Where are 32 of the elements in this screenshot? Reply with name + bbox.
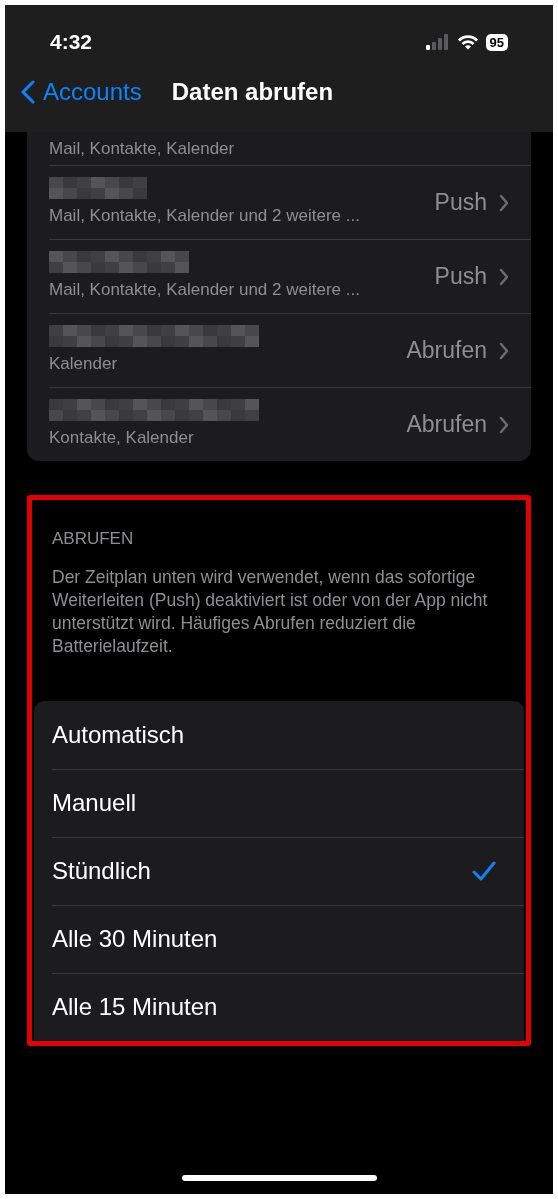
fetch-option[interactable]: Alle 30 Minuten — [52, 904, 524, 973]
battery-icon: 95 — [485, 33, 508, 51]
fetch-mode: Abrufen — [406, 410, 487, 440]
fetch-mode: Push — [434, 262, 487, 292]
account-services: Kalender — [49, 352, 119, 375]
status-time: 4:32 — [50, 29, 93, 56]
chevron-right-icon — [499, 193, 509, 212]
account-services: Mail, Kontakte, Kalender und 2 weitere ... — [49, 204, 361, 227]
fetch-option[interactable]: Stündlich — [52, 836, 524, 905]
back-button[interactable]: Accounts — [5, 74, 142, 110]
chevron-right-icon — [499, 415, 509, 434]
signal-icon — [425, 34, 450, 50]
account-row[interactable]: Kontakte, Kalender Abrufen — [49, 387, 531, 461]
fetch-mode: Push — [434, 188, 487, 218]
fetch-mode: Abrufen — [406, 336, 487, 366]
fetch-option[interactable]: Manuell — [52, 768, 524, 837]
page-title: Daten abrufen — [171, 77, 334, 107]
account-row[interactable]: Kalender Abrufen — [49, 313, 531, 387]
section-header: ABRUFEN — [52, 528, 135, 550]
section-footer-text: Der Zeitplan unten wird verwendet, wenn das sofortige Weiterleiten (Push) deaktiviert ist oder von der App nicht unterstützt wird. Häufiges Abrufen reduziert die Batterielaufzeit. — [52, 565, 489, 658]
chevron-left-icon — [21, 80, 35, 104]
chevron-right-icon — [499, 341, 509, 360]
account-row[interactable]: Mail, Kontakte, Kalender und 2 weitere ... Push — [49, 239, 531, 313]
account-services: Mail, Kontakte, Kalender und 2 weitere ... — [49, 278, 361, 301]
account-services: Mail, Kontakte, Kalender — [49, 137, 236, 160]
chevron-right-icon — [499, 267, 509, 286]
account-row[interactable]: Mail, Kontakte, Kalender — [49, 132, 531, 165]
fetch-option[interactable]: Alle 15 Minuten — [52, 972, 524, 1041]
fetch-option[interactable]: Automatisch — [52, 700, 524, 769]
wifi-icon — [456, 34, 479, 50]
account-row[interactable]: Mail, Kontakte, Kalender und 2 weitere ... Push — [49, 165, 531, 239]
account-services: Kontakte, Kalender — [49, 426, 195, 449]
